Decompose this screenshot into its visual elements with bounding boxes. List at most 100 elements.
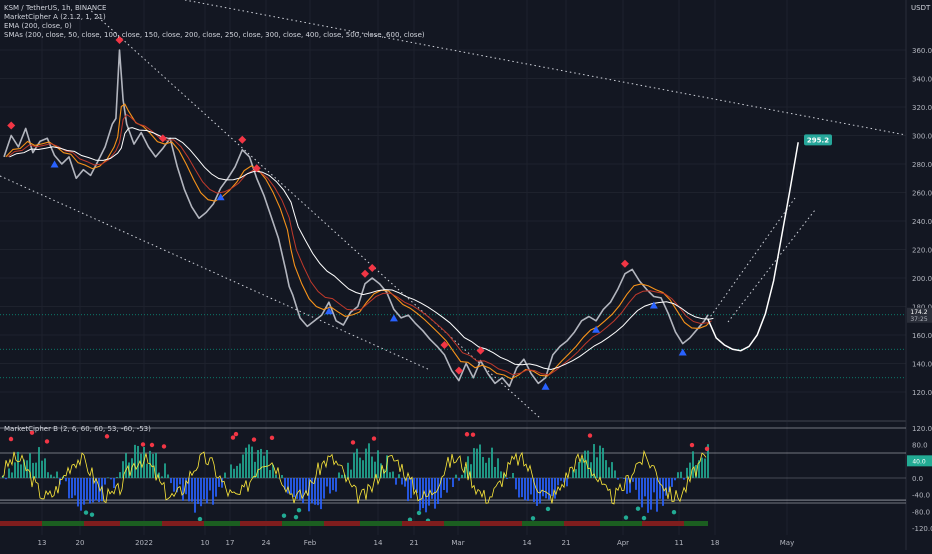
osc-momentum-bar — [588, 521, 594, 526]
osc-bar — [626, 478, 628, 494]
y-tick-label: 320.0 — [912, 104, 932, 112]
osc-bar — [407, 478, 409, 501]
osc-bar — [521, 478, 523, 497]
osc-bar — [287, 478, 289, 494]
osc-bar — [656, 478, 658, 512]
osc-bar — [677, 472, 679, 478]
osc-bar — [560, 478, 562, 481]
osc-momentum-bar — [696, 521, 702, 526]
osc-momentum-bar — [294, 521, 300, 526]
osc-bar — [491, 448, 493, 478]
osc-bar — [338, 472, 340, 478]
osc-momentum-bar — [354, 521, 360, 526]
osc-dot — [417, 511, 421, 515]
osc-dot — [9, 437, 13, 441]
osc-bar — [482, 457, 484, 478]
osc-bar — [206, 478, 208, 503]
osc-bar — [611, 462, 613, 478]
y-tick-label: 360.0 — [912, 47, 932, 55]
osc-momentum-bar — [672, 521, 678, 526]
osc-bar — [35, 463, 37, 478]
osc-momentum-bar — [594, 521, 600, 526]
osc-bar — [347, 463, 349, 478]
osc-bar — [608, 467, 610, 478]
osc-dot — [372, 436, 376, 440]
osc-dot — [90, 512, 94, 516]
osc-bar — [77, 478, 79, 506]
osc-dot — [624, 515, 628, 519]
indicator-label-ema: EMA (200, close, 0) — [4, 22, 72, 31]
osc-bar — [242, 455, 244, 478]
osc-bar — [659, 478, 661, 499]
osc-bar — [320, 478, 322, 509]
osc-momentum-bar — [438, 521, 444, 526]
osc-bar — [332, 478, 334, 490]
osc-bar — [551, 478, 553, 496]
osc-bar — [584, 451, 586, 478]
osc-bar — [452, 478, 454, 487]
osc-bar — [506, 478, 508, 479]
osc-bar — [509, 477, 511, 478]
osc-momentum-bar — [432, 521, 438, 526]
y-tick-label: 220.0 — [912, 247, 932, 255]
osc-bar — [89, 478, 91, 504]
osc-badge-a-label: 40.0 — [912, 458, 926, 465]
osc-bar — [47, 472, 49, 478]
osc-momentum-bar — [108, 521, 114, 526]
y-tick-label: 300.0 — [912, 133, 932, 141]
osc-momentum-bar — [222, 521, 228, 526]
x-tick-label: Feb — [304, 539, 317, 547]
osc-bar — [662, 478, 664, 506]
osc-bar — [119, 472, 121, 478]
osc-bar — [683, 478, 685, 480]
y-tick-label: 160.0 — [912, 332, 932, 340]
osc-bar — [368, 443, 370, 478]
osc-bar — [80, 478, 82, 511]
osc-momentum-bar — [12, 521, 18, 526]
osc-momentum-bar — [576, 521, 582, 526]
osc-momentum-bar — [96, 521, 102, 526]
osc-bar — [110, 478, 112, 479]
osc-bar — [704, 459, 706, 478]
osc-bar — [362, 460, 364, 478]
osc-bar — [449, 478, 451, 479]
osc-momentum-bar — [270, 521, 276, 526]
osc-bar — [167, 474, 169, 478]
osc-bar — [488, 458, 490, 478]
osc-momentum-bar — [504, 521, 510, 526]
osc-momentum-bar — [564, 521, 570, 526]
osc-bar — [239, 463, 241, 478]
osc-momentum-bar — [162, 521, 168, 526]
osc-momentum-bar — [300, 521, 306, 526]
osc-momentum-bar — [216, 521, 222, 526]
y-tick-label: 240.0 — [912, 218, 932, 226]
osc-momentum-bar — [630, 521, 636, 526]
osc-momentum-bar — [126, 521, 132, 526]
osc-momentum-bar — [456, 521, 462, 526]
osc-momentum-bar — [234, 521, 240, 526]
osc-momentum-bar — [138, 521, 144, 526]
osc-bar — [410, 478, 412, 498]
osc-momentum-bar — [384, 521, 390, 526]
osc-momentum-bar — [426, 521, 432, 526]
countdown-label: 37:25 — [910, 316, 927, 323]
osc-bar — [680, 472, 682, 478]
osc-momentum-bar — [18, 521, 24, 526]
osc-bar — [68, 478, 70, 498]
osc-momentum-bar — [24, 521, 30, 526]
osc-momentum-bar — [186, 521, 192, 526]
osc-bar — [14, 462, 16, 478]
osc-momentum-bar — [648, 521, 654, 526]
osc-bar — [230, 464, 232, 478]
x-tick-label: 13 — [38, 539, 47, 547]
osc-momentum-bar — [372, 521, 378, 526]
x-tick-label: 2022 — [135, 539, 153, 547]
osc-bar — [125, 453, 127, 478]
osc-bar — [596, 457, 598, 478]
osc-bar — [86, 478, 88, 500]
osc-momentum-bar — [318, 521, 324, 526]
current-price-label: 174.2 — [910, 309, 927, 316]
osc-bar — [215, 478, 217, 497]
osc-bar — [392, 472, 394, 478]
osc-dot — [84, 510, 88, 514]
